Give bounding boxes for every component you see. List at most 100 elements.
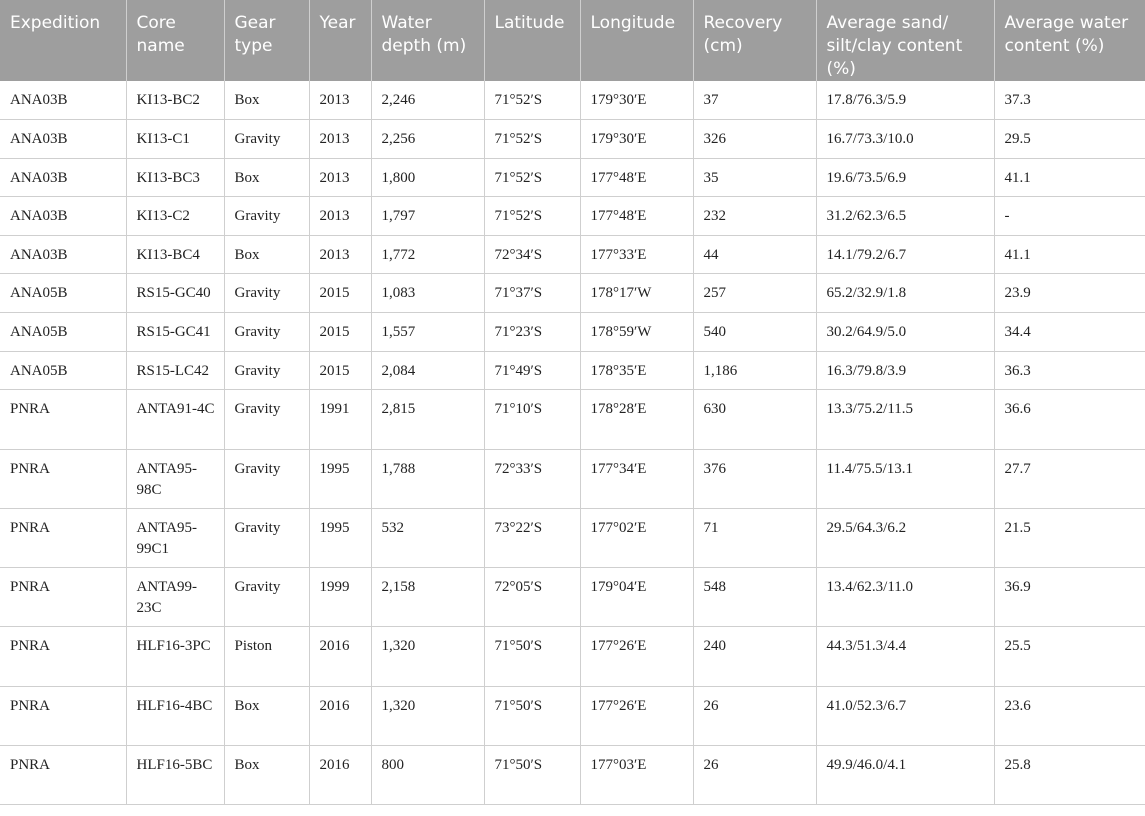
cell-water-content: - xyxy=(994,196,1145,236)
cell-latitude: 71°37′S xyxy=(484,273,581,314)
cell-sand-silt-clay: 13.3/75.2/11.5 xyxy=(816,389,995,450)
cell-recovery: 326 xyxy=(693,119,817,159)
header-gear-type: Gear type xyxy=(224,0,310,81)
cell-year: 2013 xyxy=(309,196,372,236)
cell-core-name: ANTA95-98C xyxy=(126,449,225,509)
cell-gear-type: Gravity xyxy=(224,273,310,314)
cell-core-name: ANTA95-99C1 xyxy=(126,508,225,569)
cell-sand-silt-clay: 41.0/52.3/6.7 xyxy=(816,686,995,747)
cell-expedition: PNRA xyxy=(0,686,127,747)
header-expedition: Expedition xyxy=(0,0,127,81)
cell-water-content: 23.9 xyxy=(994,273,1145,314)
cell-gear-type: Gravity xyxy=(224,567,310,628)
cell-water-content: 27.7 xyxy=(994,449,1145,509)
header-row: Expedition Core name Gear type Year Wate… xyxy=(0,0,1145,81)
cell-gear-type: Gravity xyxy=(224,312,310,352)
cell-recovery: 257 xyxy=(693,273,817,314)
cell-expedition: ANA03B xyxy=(0,119,127,159)
cell-sand-silt-clay: 13.4/62.3/11.0 xyxy=(816,567,995,628)
table-row: PNRA HLF16-3PC Piston 2016 1,320 71°50′S 177°2… xyxy=(0,626,1145,687)
cell-longitude: 178°17′W xyxy=(580,273,694,314)
cell-water-depth: 2,084 xyxy=(371,351,485,391)
cell-expedition: ANA03B xyxy=(0,158,127,198)
table-row: ANA03B KI13-BC4 Box 2013 1,772 72°34′S 177°33′… xyxy=(0,235,1145,275)
cell-year: 2013 xyxy=(309,119,372,159)
cell-recovery: 1,186 xyxy=(693,351,817,391)
cell-core-name: HLF16-3PC xyxy=(126,626,225,687)
cell-latitude: 71°52′S xyxy=(484,158,581,198)
cell-latitude: 71°50′S xyxy=(484,745,581,806)
cell-longitude: 179°30′E xyxy=(580,119,694,159)
cell-latitude: 71°50′S xyxy=(484,686,581,747)
table-row: ANA03B KI13-BC2 Box 2013 2,246 71°52′S 179°30′… xyxy=(0,81,1145,121)
table-row: ANA05B RS15-GC41 Gravity 2015 1,557 71°23′S 17… xyxy=(0,312,1145,352)
table-body: ANA03B KI13-BC2 Box 2013 2,246 71°52′S 179°30′… xyxy=(0,81,1145,806)
cell-water-depth: 1,797 xyxy=(371,196,485,236)
cell-core-name: KI13-BC3 xyxy=(126,158,225,198)
cell-expedition: ANA05B xyxy=(0,312,127,352)
cell-recovery: 26 xyxy=(693,745,817,806)
cell-latitude: 71°10′S xyxy=(484,389,581,450)
cell-core-name: KI13-BC2 xyxy=(126,81,225,121)
cell-longitude: 177°02′E xyxy=(580,508,694,569)
cell-sand-silt-clay: 65.2/32.9/1.8 xyxy=(816,273,995,314)
cell-latitude: 72°05′S xyxy=(484,567,581,628)
cell-latitude: 71°52′S xyxy=(484,196,581,236)
cell-recovery: 35 xyxy=(693,158,817,198)
cell-year: 2013 xyxy=(309,235,372,275)
cell-recovery: 44 xyxy=(693,235,817,275)
cell-core-name: RS15-GC40 xyxy=(126,273,225,314)
header-recovery: Recovery (cm) xyxy=(693,0,817,81)
cell-longitude: 177°26′E xyxy=(580,626,694,687)
cell-year: 2016 xyxy=(309,626,372,687)
cell-water-depth: 2,815 xyxy=(371,389,485,450)
header-water-content: Average water content (%) xyxy=(994,0,1145,81)
cell-expedition: ANA05B xyxy=(0,273,127,314)
cell-core-name: KI13-C2 xyxy=(126,196,225,236)
cell-year: 2016 xyxy=(309,745,372,806)
cell-sand-silt-clay: 16.7/73.3/10.0 xyxy=(816,119,995,159)
table-row: ANA03B KI13-C1 Gravity 2013 2,256 71°52′S 179°… xyxy=(0,119,1145,159)
cell-water-content: 36.6 xyxy=(994,389,1145,450)
cell-water-content: 34.4 xyxy=(994,312,1145,352)
cell-sand-silt-clay: 16.3/79.8/3.9 xyxy=(816,351,995,391)
cell-recovery: 548 xyxy=(693,567,817,628)
cell-water-depth: 1,557 xyxy=(371,312,485,352)
cell-year: 2013 xyxy=(309,81,372,121)
cell-gear-type: Box xyxy=(224,686,310,747)
cell-water-depth: 1,320 xyxy=(371,686,485,747)
cell-longitude: 177°33′E xyxy=(580,235,694,275)
cell-water-content: 41.1 xyxy=(994,158,1145,198)
cell-water-content: 21.5 xyxy=(994,508,1145,569)
cell-gear-type: Gravity xyxy=(224,508,310,569)
cell-gear-type: Piston xyxy=(224,626,310,687)
header-core-name: Core name xyxy=(126,0,225,81)
cell-core-name: HLF16-4BC xyxy=(126,686,225,747)
cell-longitude: 179°04′E xyxy=(580,567,694,628)
cell-gear-type: Gravity xyxy=(224,389,310,450)
table-row: PNRA ANTA99-23C Gravity 1999 2,158 72°05′S 179… xyxy=(0,567,1145,628)
cell-expedition: PNRA xyxy=(0,508,127,569)
cell-latitude: 73°22′S xyxy=(484,508,581,569)
table-row: PNRA ANTA95-98C Gravity 1995 1,788 72°33′S 177… xyxy=(0,449,1145,509)
cell-core-name: ANTA91-4C xyxy=(126,389,225,450)
table-row: ANA03B KI13-C2 Gravity 2013 1,797 71°52′S 177°… xyxy=(0,196,1145,236)
cell-latitude: 71°52′S xyxy=(484,119,581,159)
header-latitude: Latitude xyxy=(484,0,581,81)
cell-recovery: 630 xyxy=(693,389,817,450)
cell-recovery: 540 xyxy=(693,312,817,352)
cell-gear-type: Box xyxy=(224,81,310,121)
cell-water-content: 41.1 xyxy=(994,235,1145,275)
cell-latitude: 71°52′S xyxy=(484,81,581,121)
cell-sand-silt-clay: 31.2/62.3/6.5 xyxy=(816,196,995,236)
cell-recovery: 240 xyxy=(693,626,817,687)
cell-latitude: 71°23′S xyxy=(484,312,581,352)
cell-latitude: 71°49′S xyxy=(484,351,581,391)
header-sand-silt-clay: Average sand/ silt/clay content (%) xyxy=(816,0,995,81)
cell-sand-silt-clay: 49.9/46.0/4.1 xyxy=(816,745,995,806)
cell-longitude: 178°35′E xyxy=(580,351,694,391)
cell-water-depth: 1,800 xyxy=(371,158,485,198)
table-header: Expedition Core name Gear type Year Wate… xyxy=(0,0,1145,81)
cell-water-depth: 2,256 xyxy=(371,119,485,159)
cell-water-depth: 800 xyxy=(371,745,485,806)
